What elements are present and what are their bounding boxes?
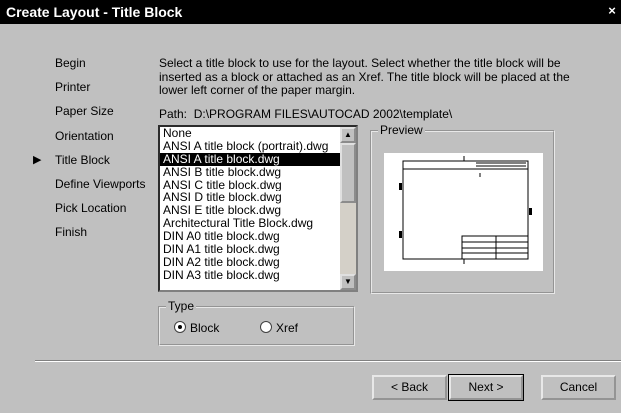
window-title: Create Layout - Title Block: [6, 4, 183, 20]
template-path: Path: D:\PROGRAM FILES\AUTOCAD 2002\temp…: [159, 107, 452, 121]
list-scrollbar[interactable]: ▲ ▼: [340, 127, 356, 290]
step-title-block: ▶ Title Block: [33, 152, 146, 177]
step-label: Paper Size: [55, 104, 114, 119]
title-block-items: None ANSI A title block (portrait).dwg A…: [160, 127, 340, 282]
title-block-preview-image: [384, 153, 543, 271]
preview-label: Preview: [378, 123, 425, 137]
scroll-up-icon[interactable]: ▲: [340, 127, 356, 143]
path-value: D:\PROGRAM FILES\AUTOCAD 2002\template\: [193, 107, 453, 121]
xref-label: Xref: [276, 321, 299, 335]
step-label: Begin: [55, 56, 86, 70]
button-separator: [35, 360, 621, 362]
block-label: Block: [190, 321, 220, 335]
wizard-steps: Begin Printer Paper Size Orientation ▶ T…: [33, 56, 146, 250]
step-printer: Printer: [55, 80, 146, 104]
list-item[interactable]: ANSI D title block.dwg: [160, 191, 340, 204]
step-label: Printer: [55, 80, 91, 95]
title-bar: Create Layout - Title Block ×: [0, 0, 621, 24]
title-block-drawing: [399, 156, 532, 264]
block-radio[interactable]: Block: [174, 321, 219, 335]
step-pick-location: Pick Location: [55, 201, 146, 225]
list-item[interactable]: ANSI E title block.dwg: [160, 204, 340, 217]
list-item[interactable]: DIN A1 title block.dwg: [160, 243, 340, 256]
xref-radio[interactable]: Xref: [260, 321, 298, 335]
step-label: Orientation: [55, 128, 114, 143]
step-define-viewports: Define Viewports: [55, 177, 146, 201]
list-item[interactable]: ANSI C title block.dwg: [160, 179, 340, 192]
step-finish: Finish: [55, 225, 146, 249]
step-label: Pick Location: [55, 201, 127, 216]
step-begin: Begin: [55, 56, 146, 80]
scroll-down-icon[interactable]: ▼: [340, 274, 356, 290]
step-orientation: Orientation: [55, 129, 146, 153]
list-item[interactable]: DIN A3 title block.dwg: [160, 269, 340, 282]
step-label: Finish: [55, 225, 88, 240]
list-item[interactable]: ANSI B title block.dwg: [160, 166, 340, 179]
scroll-thumb[interactable]: [340, 143, 356, 203]
step-label: Define Viewports: [55, 176, 146, 191]
next-button[interactable]: Next >: [448, 374, 524, 401]
step-paper-size: Paper Size: [55, 104, 146, 128]
list-item[interactable]: Architectural Title Block.dwg: [160, 217, 340, 230]
title-block-list[interactable]: None ANSI A title block (portrait).dwg A…: [158, 125, 358, 292]
list-item[interactable]: DIN A0 title block.dwg: [160, 230, 340, 243]
list-item[interactable]: None: [160, 127, 340, 140]
list-item[interactable]: DIN A2 title block.dwg: [160, 256, 340, 269]
step-label: Title Block: [55, 152, 110, 167]
radio-empty-icon: [260, 321, 272, 333]
cancel-button[interactable]: Cancel: [541, 375, 616, 400]
type-group: Type Block Xref: [158, 299, 355, 346]
instructions-text: Select a title block to use for the layo…: [159, 56, 570, 97]
back-button[interactable]: < Back: [372, 375, 447, 400]
preview-group: Preview: [370, 123, 555, 294]
path-label: Path:: [159, 107, 188, 121]
radio-selected-icon: [174, 321, 186, 333]
close-icon[interactable]: ×: [605, 3, 619, 19]
list-item[interactable]: ANSI A title block (portrait).dwg: [160, 140, 340, 153]
current-step-arrow-icon: ▶: [33, 153, 42, 166]
list-item-selected[interactable]: ANSI A title block.dwg: [160, 152, 340, 166]
type-label: Type: [166, 299, 197, 313]
